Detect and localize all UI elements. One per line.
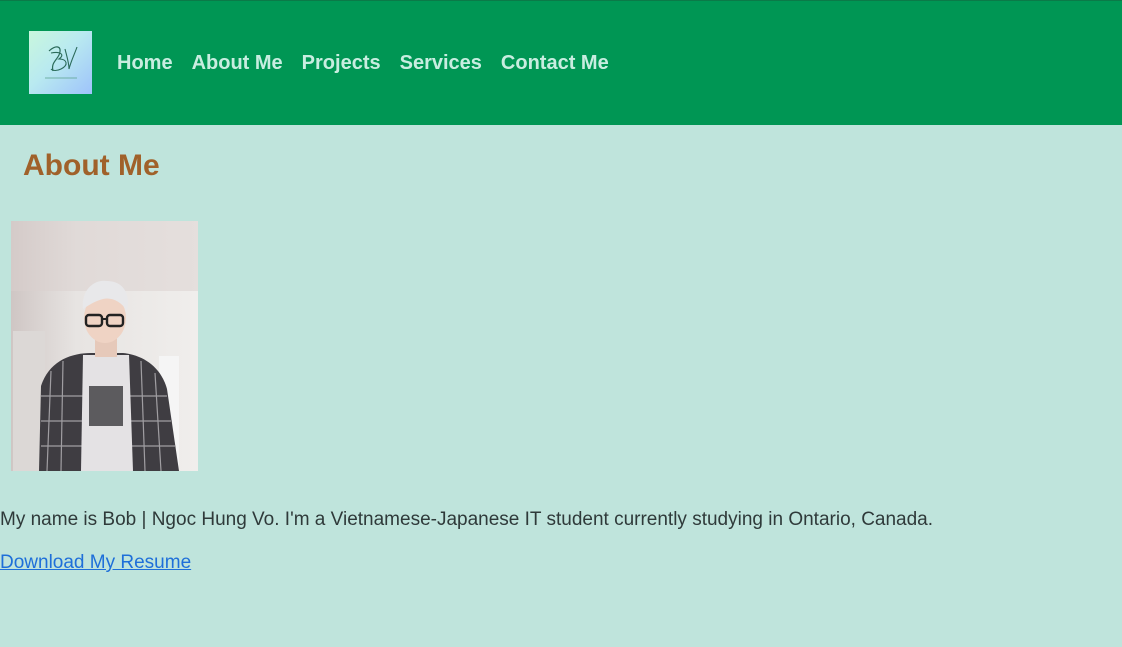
site-header: Home About Me Projects Services Contact …: [0, 0, 1122, 125]
logo-monogram-icon: [45, 46, 78, 79]
nav-projects[interactable]: Projects: [302, 51, 381, 75]
site-logo[interactable]: [29, 31, 92, 94]
profile-photo: [11, 221, 198, 471]
nav-home[interactable]: Home: [117, 51, 173, 75]
download-resume-link[interactable]: Download My Resume: [0, 552, 191, 574]
bio-text: My name is Bob | Ngoc Hung Vo. I'm a Vie…: [0, 509, 934, 530]
person-photo-icon: [11, 221, 198, 471]
page-title: About Me: [23, 149, 160, 182]
nav-services[interactable]: Services: [400, 51, 482, 75]
nav-about-me[interactable]: About Me: [192, 51, 283, 75]
main-nav: Home About Me Projects Services Contact …: [117, 51, 628, 75]
nav-contact-me[interactable]: Contact Me: [501, 51, 609, 75]
